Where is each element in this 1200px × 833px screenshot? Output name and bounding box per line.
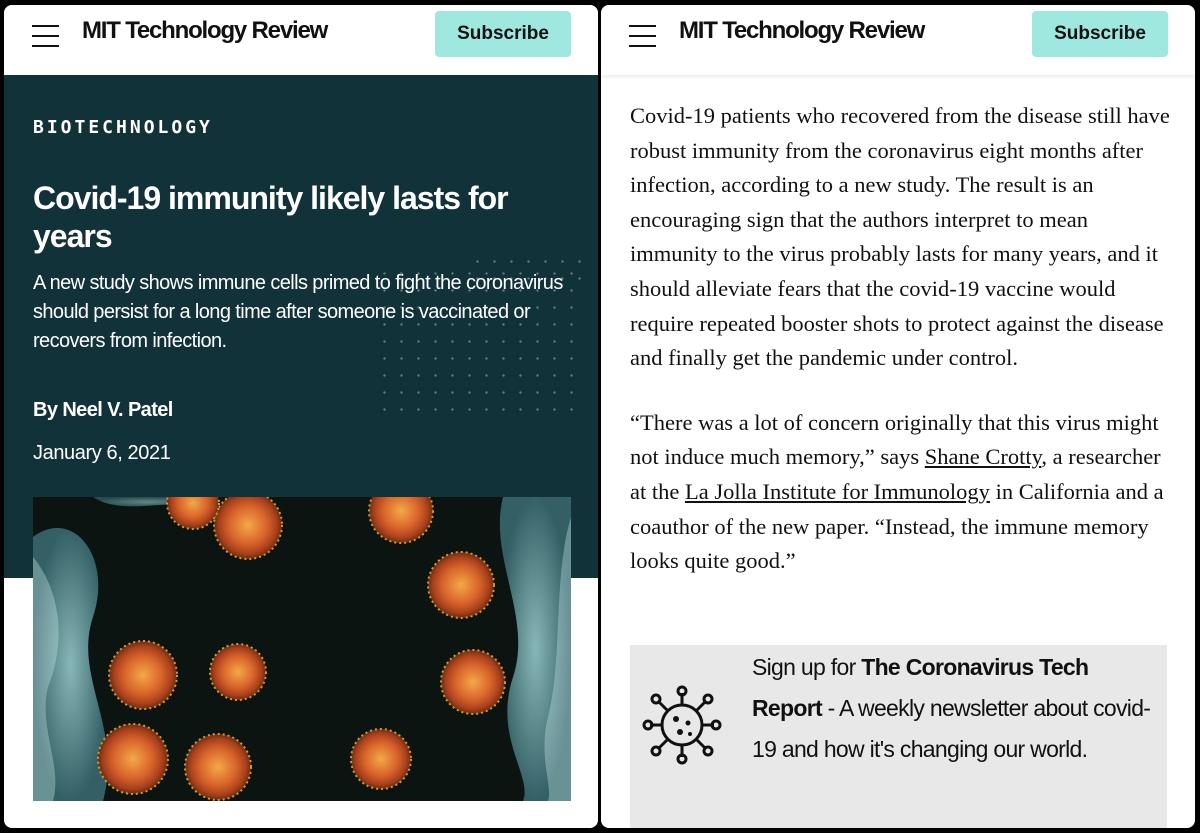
virus-icon [642,685,722,765]
article-category[interactable]: BIOTECHNOLOGY [33,117,213,138]
article-paragraph: Covid-19 patients who recovered from the… [630,103,1170,371]
newsletter-prefix: Sign up for [752,654,862,680]
subscribe-button[interactable]: Subscribe [1032,11,1168,57]
site-header: MIT Technology Review Subscribe [601,5,1195,75]
article-paragraph: “There was a lot of concern originally t… [630,406,1175,579]
site-logo[interactable]: MIT Technology Review [679,17,925,45]
menu-icon[interactable] [32,23,59,49]
left-screen: MIT Technology Review Subscribe BIOTECHN… [4,5,598,828]
la-jolla-institute-link[interactable]: La Jolla Institute for Immunology [685,479,990,504]
site-logo[interactable]: MIT Technology Review [82,17,328,45]
menu-icon[interactable] [629,23,656,49]
subscribe-button[interactable]: Subscribe [435,11,571,57]
hero-image-virus-micrograph [33,497,571,801]
article-dek: A new study shows immune cells primed to… [33,272,563,352]
author-link[interactable]: By Neel V. Patel [33,399,173,421]
right-screen: MIT Technology Review Subscribe Covid-19… [601,5,1195,828]
article-byline: By Neel V. Patel [33,399,173,422]
shane-crotty-link[interactable]: Shane Crotty [925,444,1042,469]
site-header: MIT Technology Review Subscribe [4,5,598,75]
article-date: January 6, 2021 [33,442,171,464]
article-body: Covid-19 patients who recovered from the… [630,99,1175,609]
newsletter-text: Sign up for The Coronavirus Tech Report … [752,647,1152,770]
article-headline: Covid-19 immunity likely lasts for years [33,180,509,254]
newsletter-signup[interactable]: Sign up for The Coronavirus Tech Report … [630,645,1167,828]
